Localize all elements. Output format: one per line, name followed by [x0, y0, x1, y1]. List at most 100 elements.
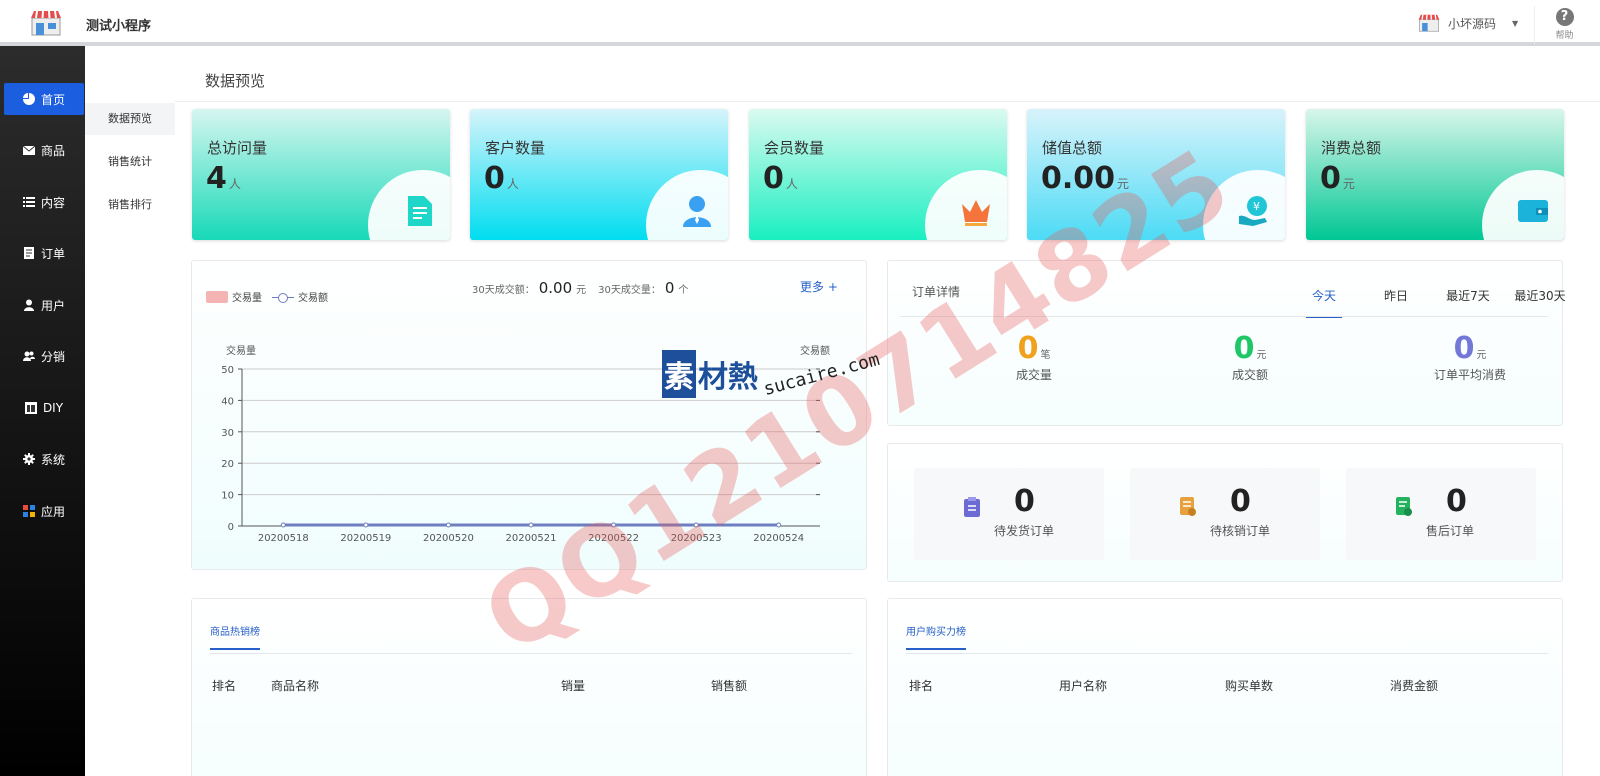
store-logo-icon[interactable] — [30, 10, 62, 36]
data-point — [363, 522, 369, 528]
pending-verification-card[interactable]: 0 待核销订单 — [1130, 468, 1320, 560]
sidebar-item-diy[interactable]: DIY — [4, 392, 84, 424]
layout-icon — [24, 402, 37, 414]
order-detail-tabs: 今天 昨日 最近7天 最近30天 — [1296, 287, 1576, 318]
document-icon — [23, 247, 34, 259]
svg-text:¥: ¥ — [1253, 200, 1260, 213]
y-tick-label: 0 — [228, 522, 234, 533]
trade-chart-panel: 交易量 交易额 30天成交额： 0.00 元 30天成交量： 0 个 更多 + … — [191, 260, 867, 570]
divider — [906, 653, 1548, 654]
sidebar-item-orders[interactable]: 订单 — [4, 237, 84, 269]
user-menu[interactable]: 小坏源码 ▼ — [1418, 14, 1518, 32]
sidebar-item-label: 用户 — [40, 298, 65, 313]
stat-card-stored-value: 储值总额 0.00 元 ¥ — [1027, 109, 1285, 240]
stat-label: 客户数量 — [485, 139, 546, 157]
aftersale-icon — [1396, 497, 1412, 516]
subnav-item-overview[interactable]: 数据预览 — [85, 103, 175, 135]
column-header-revenue: 销售额 — [711, 679, 748, 693]
order-stat-unit: 元 — [1476, 350, 1487, 361]
y-tick-label: 30 — [221, 428, 234, 439]
sidebar-item-products[interactable]: 商品 — [4, 134, 84, 166]
tab-yesterday[interactable]: 昨日 — [1360, 287, 1432, 318]
stat-label: 总访问量 — [207, 139, 268, 157]
order-status-panel: 0 待发货订单 0 待核销订单 0 售后订单 — [887, 443, 1563, 582]
sidebar-item-system[interactable]: 系统 — [4, 443, 84, 475]
sidebar-item-content[interactable]: 内容 — [4, 186, 84, 218]
user-icon — [23, 299, 34, 311]
data-point — [611, 522, 617, 528]
order-stat-value: 0 — [1017, 331, 1039, 366]
tab-last-30-days[interactable]: 最近30天 — [1504, 287, 1576, 318]
divider — [175, 101, 1600, 102]
order-stat-count: 0笔 成交量 — [924, 331, 1144, 383]
sidebar-item-label: 首页 — [40, 92, 65, 107]
column-header-user-name: 用户名称 — [1059, 679, 1108, 693]
stat-label: 消费总额 — [1321, 139, 1382, 157]
subnav-item-sales-ranking[interactable]: 销售排行 — [85, 189, 175, 221]
pending-shipment-label: 待发货订单 — [994, 524, 1055, 538]
sidebar-item-label: 应用 — [40, 504, 65, 519]
pending-shipment-card[interactable]: 0 待发货订单 — [914, 468, 1104, 560]
tab-last-7-days[interactable]: 最近7天 — [1432, 287, 1504, 318]
user-icon — [683, 196, 711, 227]
sidebar-item-label: 订单 — [40, 246, 65, 261]
stat-card-customers: 客户数量 0人 — [470, 109, 728, 240]
after-sales-card[interactable]: 0 售后订单 — [1346, 468, 1536, 560]
column-header-product-name: 商品名称 — [271, 679, 320, 693]
order-stat-unit: 笔 — [1040, 350, 1051, 361]
after-sales-label: 售后订单 — [1426, 524, 1475, 538]
x-tick-label: 20200521 — [506, 533, 557, 544]
stat-value: 0.00 元 — [1041, 161, 1130, 196]
sidebar-item-apps[interactable]: 应用 — [4, 495, 84, 527]
subnav-item-sales-stats[interactable]: 销售统计 — [85, 146, 175, 178]
help-button[interactable]: ? 帮助 — [1534, 6, 1594, 44]
wallet-icon — [1518, 200, 1548, 222]
list-icon — [22, 197, 35, 207]
tab-today[interactable]: 今天 — [1306, 287, 1342, 318]
money-hand-icon: ¥ — [1239, 196, 1267, 226]
app-title: 测试小程序 — [86, 19, 152, 34]
order-detail-panel: 订单详情 今天 昨日 最近7天 最近30天 0笔 成交量 0元 成交额 0元 订… — [887, 260, 1566, 426]
store-avatar-icon — [1418, 14, 1440, 32]
sidebar-item-distribution[interactable]: 分销 — [4, 340, 84, 372]
pending-verification-label: 待核销订单 — [1210, 524, 1271, 538]
order-stat-unit: 元 — [1256, 350, 1267, 361]
column-header-order-count: 购买单数 — [1225, 679, 1274, 693]
column-header-spending: 消费金额 — [1390, 679, 1439, 693]
main-content: 数据预览 总访问量 4人 客户数量 0人 会员数量 0人 储值总额 0.00 元 … — [175, 46, 1600, 776]
order-stat-value: 0 — [1233, 331, 1255, 366]
stat-value: 4人 — [206, 161, 241, 196]
crown-icon — [962, 200, 990, 226]
sidebar-item-users[interactable]: 用户 — [4, 289, 84, 321]
order-stat-label: 成交量 — [1015, 368, 1052, 382]
trade-chart: 交易量 交易额 0 10 20 30 40 50 20200518 20200519 2020052… — [221, 344, 830, 544]
y-tick-label: 20 — [221, 459, 234, 470]
x-tick-label: 20200524 — [753, 533, 804, 544]
gear-icon — [22, 453, 35, 465]
column-header-rank: 排名 — [212, 679, 237, 693]
pending-verification-count: 0 — [1230, 484, 1251, 519]
y2-axis-title: 交易额 — [800, 344, 830, 357]
tab-hot-products[interactable]: 商品热销榜 — [210, 623, 260, 650]
order-stat-label: 订单平均消费 — [1433, 368, 1506, 382]
envelope-icon — [22, 145, 35, 155]
buyer-ranking-panel: 用户购买力榜 排名 用户名称 购买单数 消费金额 — [887, 598, 1563, 776]
tab-buyer-ranking[interactable]: 用户购买力榜 — [906, 623, 966, 650]
sidebar-item-home[interactable]: 首页 — [4, 83, 84, 115]
y-axis-title: 交易量 — [226, 344, 256, 357]
stat-label: 储值总额 — [1042, 139, 1103, 157]
after-sales-count: 0 — [1446, 484, 1467, 519]
help-label: 帮助 — [1555, 31, 1574, 41]
top-bar: 测试小程序 小坏源码 ▼ ? 帮助 — [0, 0, 1600, 46]
sidebar-item-label: 内容 — [40, 195, 65, 210]
divider — [210, 653, 852, 654]
sidebar-item-label: 商品 — [40, 143, 65, 158]
page-title: 数据预览 — [205, 72, 266, 90]
sub-navigation: 数据预览 销售统计 销售排行 — [85, 46, 175, 776]
x-tick-label: 20200518 — [258, 533, 309, 544]
stat-card-spending: 消费总额 0元 — [1306, 109, 1564, 240]
data-point — [445, 522, 451, 528]
stat-label: 会员数量 — [764, 139, 825, 157]
stat-value: 0人 — [763, 161, 798, 196]
x-tick-label: 20200522 — [588, 533, 639, 544]
